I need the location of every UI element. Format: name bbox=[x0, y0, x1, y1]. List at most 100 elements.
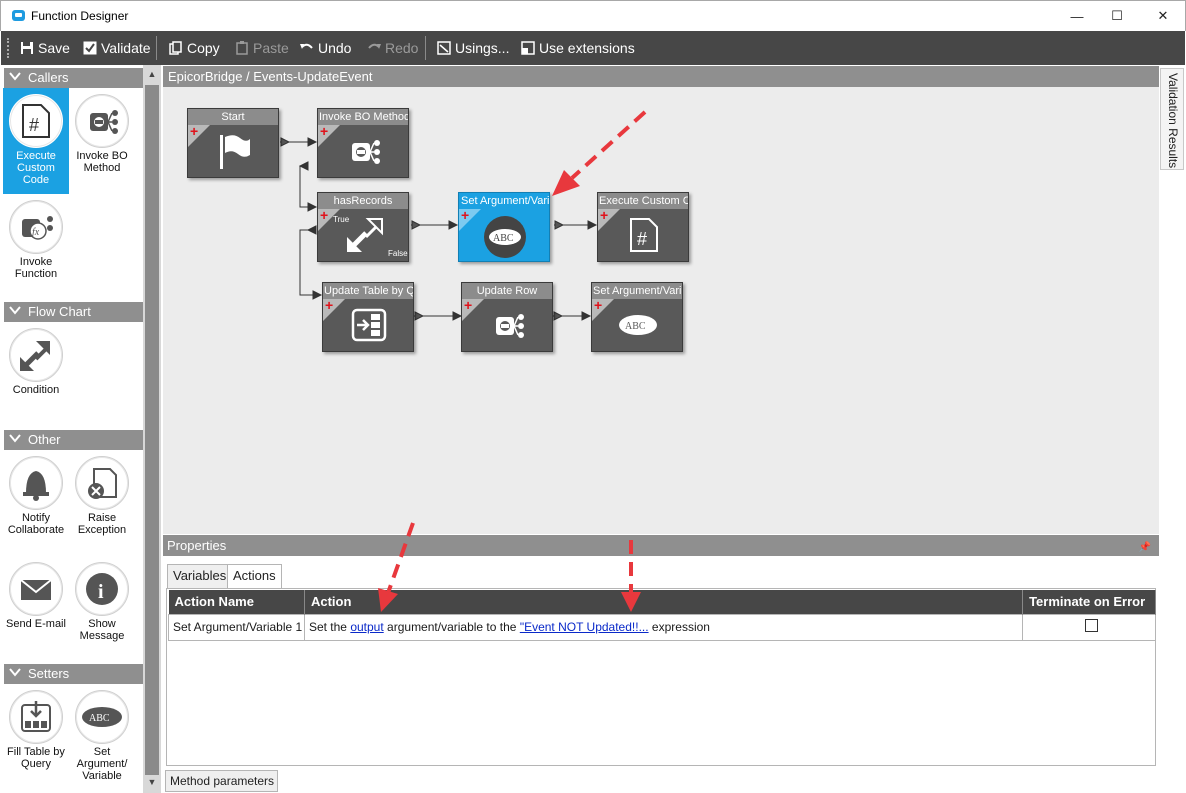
tool-fill-table-by-query[interactable]: Fill Table by Query bbox=[3, 684, 69, 770]
node-invoke-bo-method[interactable]: Invoke BO Method + bbox=[317, 108, 409, 178]
add-icon[interactable]: + bbox=[464, 298, 472, 312]
info-icon: i bbox=[75, 562, 129, 616]
add-icon[interactable]: + bbox=[325, 298, 333, 312]
pin-icon[interactable]: 📌 bbox=[1139, 537, 1151, 558]
save-button[interactable]: Save bbox=[20, 38, 70, 58]
add-icon[interactable]: + bbox=[461, 208, 469, 222]
tool-raise-exception[interactable]: Raise Exception bbox=[69, 450, 135, 536]
design-canvas[interactable]: Start + Invoke BO Method + hasRecords + … bbox=[163, 87, 1159, 534]
tool-notify-collaborate[interactable]: Notify Collaborate bbox=[3, 450, 69, 536]
save-icon bbox=[20, 41, 34, 55]
window-title: Function Designer bbox=[31, 9, 129, 23]
svg-text:fx: fx bbox=[32, 227, 40, 238]
node-execute-custom-code[interactable]: Execute Custom Co + # bbox=[597, 192, 689, 262]
node-update-row[interactable]: Update Row + bbox=[461, 282, 553, 352]
terminate-on-error-checkbox[interactable] bbox=[1084, 619, 1098, 632]
node-has-records[interactable]: hasRecords + True False bbox=[317, 192, 409, 262]
properties-header: Properties 📌 bbox=[163, 535, 1159, 556]
tool-invoke-bo-method[interactable]: Invoke BO Method bbox=[69, 88, 135, 174]
node-update-table-by-query[interactable]: Update Table by Q + bbox=[322, 282, 414, 352]
condition-icon bbox=[9, 328, 63, 382]
use-extensions-button[interactable]: Use extensions bbox=[521, 38, 635, 58]
validation-results-tab[interactable]: Validation Results bbox=[1160, 68, 1184, 170]
tool-label: Show Message bbox=[79, 618, 125, 642]
output-link[interactable]: output bbox=[350, 620, 383, 634]
code-file-icon: # bbox=[9, 94, 63, 148]
abc-icon: ABC bbox=[75, 690, 129, 744]
flow-chart-header[interactable]: Flow Chart bbox=[4, 302, 143, 322]
add-icon[interactable]: + bbox=[594, 298, 602, 312]
tool-invoke-function[interactable]: fx Invoke Function bbox=[3, 194, 69, 280]
callers-header[interactable]: Callers bbox=[4, 68, 143, 88]
redo-button[interactable]: Redo bbox=[367, 38, 418, 58]
copy-button[interactable]: Copy bbox=[169, 38, 220, 58]
paste-button[interactable]: Paste bbox=[235, 38, 289, 58]
undo-icon bbox=[300, 41, 314, 55]
expression-link[interactable]: "Event NOT Updated!!... bbox=[520, 620, 649, 634]
redo-icon bbox=[367, 41, 381, 55]
usings-button[interactable]: Usings... bbox=[437, 38, 509, 58]
tool-label: Set Argument/ Variable bbox=[76, 746, 128, 782]
validate-button[interactable]: Validate bbox=[83, 38, 151, 58]
fill-table-icon bbox=[9, 690, 63, 744]
actions-grid: Action Name Action Terminate on Error Se… bbox=[166, 588, 1156, 766]
node-start[interactable]: Start + bbox=[187, 108, 279, 178]
tool-send-email[interactable]: Send E-mail bbox=[3, 556, 69, 630]
svg-text:ABC: ABC bbox=[493, 233, 514, 244]
save-label: Save bbox=[38, 40, 70, 56]
tool-show-message[interactable]: i Show Message bbox=[69, 556, 135, 642]
scroll-down-icon[interactable]: ▼ bbox=[146, 777, 158, 787]
add-icon[interactable]: + bbox=[320, 208, 328, 222]
chevron-down-icon bbox=[9, 306, 21, 315]
node-set-argument-variable-1[interactable]: Set Argument/Vari + ABC bbox=[458, 192, 550, 262]
node-set-argument-variable-2[interactable]: Set Argument/Vari + ABC bbox=[591, 282, 683, 352]
column-terminate-on-error[interactable]: Terminate on Error bbox=[1022, 590, 1156, 614]
tool-execute-custom-code[interactable]: # Execute Custom Code bbox=[3, 88, 69, 194]
tool-set-argument-variable[interactable]: ABC Set Argument/ Variable bbox=[69, 684, 135, 782]
table-row[interactable]: Set Argument/Variable 1 Set the output a… bbox=[168, 613, 1156, 641]
abc-icon: ABC bbox=[616, 311, 660, 339]
action-name-cell[interactable]: Set Argument/Variable 1 bbox=[168, 613, 305, 641]
add-icon[interactable]: + bbox=[320, 124, 328, 138]
add-icon[interactable]: + bbox=[600, 208, 608, 222]
node-title: Update Row bbox=[462, 283, 552, 299]
undo-button[interactable]: Undo bbox=[300, 38, 351, 58]
tab-actions[interactable]: Actions bbox=[227, 564, 282, 589]
flag-icon bbox=[214, 131, 254, 171]
tab-variables[interactable]: Variables bbox=[167, 564, 233, 588]
tab-method-parameters[interactable]: Method parameters bbox=[165, 770, 278, 792]
other-header[interactable]: Other bbox=[4, 430, 143, 450]
toolbar-grip[interactable] bbox=[7, 38, 9, 58]
tool-condition[interactable]: Condition bbox=[3, 322, 69, 396]
toolbar-separator bbox=[425, 36, 426, 60]
bell-icon bbox=[9, 456, 63, 510]
bo-method-icon bbox=[75, 94, 129, 148]
node-title: Set Argument/Vari bbox=[592, 283, 682, 299]
chevron-down-icon bbox=[9, 434, 21, 443]
tool-label: Notify Collaborate bbox=[7, 512, 65, 536]
minimize-button[interactable]: — bbox=[1055, 1, 1099, 31]
add-icon[interactable]: + bbox=[190, 124, 198, 138]
column-action[interactable]: Action bbox=[304, 590, 1024, 614]
node-title: hasRecords bbox=[318, 193, 408, 209]
title-bar: Function Designer — ☐ ✕ bbox=[0, 0, 1186, 31]
column-action-name[interactable]: Action Name bbox=[168, 590, 305, 614]
maximize-button[interactable]: ☐ bbox=[1095, 1, 1139, 31]
scroll-thumb[interactable] bbox=[145, 85, 159, 775]
tool-label: Invoke Function bbox=[14, 256, 58, 280]
usings-icon bbox=[437, 41, 451, 55]
tool-label: Fill Table by Query bbox=[7, 746, 65, 770]
chevron-down-icon bbox=[9, 668, 21, 677]
node-title: Execute Custom Co bbox=[598, 193, 688, 209]
abc-icon: ABC bbox=[481, 215, 529, 259]
checkbox-icon bbox=[83, 41, 97, 55]
exception-icon bbox=[75, 456, 129, 510]
close-button[interactable]: ✕ bbox=[1141, 1, 1185, 31]
usings-label: Usings... bbox=[455, 40, 510, 56]
code-file-icon: # bbox=[624, 215, 664, 255]
palette-scrollbar[interactable]: ▲ ▼ bbox=[143, 65, 161, 793]
svg-text:#: # bbox=[29, 115, 39, 135]
setters-header[interactable]: Setters bbox=[4, 664, 143, 684]
scroll-up-icon[interactable]: ▲ bbox=[146, 69, 158, 79]
condition-icon bbox=[344, 215, 384, 255]
